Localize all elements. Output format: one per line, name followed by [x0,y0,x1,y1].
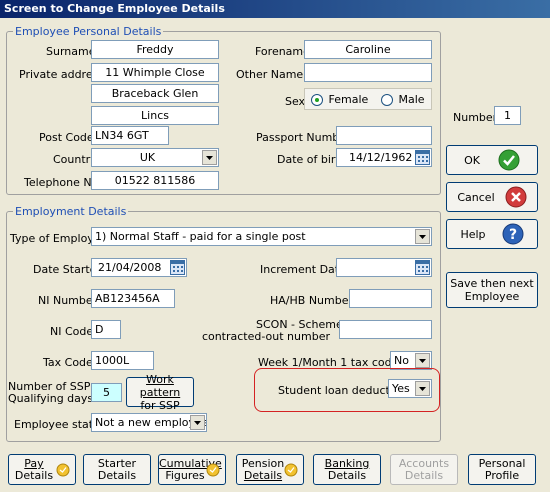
chevron-down-icon[interactable] [415,353,430,368]
ssp-label-2: Qualifying days [8,392,94,405]
tax-code-field[interactable]: 1000L [91,351,154,370]
chevron-down-icon[interactable] [190,415,205,430]
dob-field[interactable]: 14/12/1962 [336,148,432,167]
calendar-icon[interactable] [170,260,185,275]
close-icon [505,186,527,208]
work-pattern-label-1: Work pattern [139,372,181,399]
male-radio[interactable] [381,94,393,106]
help-label: Help [460,227,486,241]
sex-male-option[interactable]: Male [381,93,425,106]
banking-details-button[interactable]: Banking Details [313,454,381,485]
accounts-details-button[interactable]: Accounts Details [390,454,458,485]
address-line-1-field[interactable]: 11 Whimple Close [91,63,219,82]
help-button[interactable]: Help ? [446,219,538,249]
post-code-field[interactable]: LN34 6GT [91,126,169,145]
help-icon: ? [502,223,524,245]
other-names-field[interactable] [304,63,432,82]
calendar-icon[interactable] [415,260,430,275]
work-pattern-label-2: for SSP [140,398,180,412]
telephone-field[interactable]: 01522 811586 [91,171,219,190]
ok-button[interactable]: OK [446,145,538,175]
scon-field[interactable] [339,320,432,339]
ni-number-field[interactable]: AB123456A [91,289,175,308]
type-of-employee-value: 1) Normal Staff - paid for a single post [95,230,306,243]
svg-text:?: ? [508,227,516,243]
sex-female-option[interactable]: Female [311,93,368,106]
starter-details-button[interactable]: Starter Details [83,454,151,485]
pension-details-label-2: Details [243,469,283,482]
number-label: Number [453,111,498,124]
save-next-label-1: Save then next [450,277,534,290]
forename-label: Forename [255,45,310,58]
cumulative-figures-button[interactable]: Cumulative Figures [158,454,226,485]
post-code-label: Post Code [39,131,94,144]
number-field[interactable]: 1 [494,106,521,125]
banking-details-label-2: Details [327,469,367,482]
ssp-days-field[interactable]: 5 [91,383,122,402]
ni-code-label: NI Code [50,325,94,338]
student-loan-select[interactable]: Yes [388,379,432,398]
calendar-icon[interactable] [415,150,430,165]
increment-date-label: Increment Date [260,263,346,276]
personal-profile-label-2: Profile [484,469,520,482]
starter-details-label-2: Details [97,469,137,482]
personal-profile-button[interactable]: Personal Profile [468,454,536,485]
country-value: UK [139,151,156,164]
pay-details-label-2: Details [14,469,54,482]
chevron-down-icon[interactable] [415,229,430,244]
date-started-value: 21/04/2008 [98,261,162,274]
window-title: Screen to Change Employee Details [0,0,550,18]
employment-details-legend: Employment Details [15,205,127,218]
female-label: Female [328,93,369,106]
cumulative-figures-label-2: Figures [165,469,205,482]
chevron-down-icon[interactable] [415,381,430,396]
check-icon [498,149,520,171]
scon-label-2: contracted-out number [201,330,330,343]
male-label: Male [398,93,425,106]
week1-value: No [394,354,409,367]
surname-label: Surname [46,45,96,58]
increment-date-field[interactable] [336,258,432,277]
employee-status-select[interactable]: Not a new employee [91,413,207,432]
sex-radio-group: Female Male [304,88,432,110]
forename-field[interactable]: Caroline [304,40,432,59]
cancel-button[interactable]: Cancel [446,182,538,212]
tax-code-label: Tax Code [43,356,93,369]
passport-field[interactable] [336,126,432,145]
personal-details-legend: Employee Personal Details [15,25,162,38]
dob-value: 14/12/1962 [349,151,413,164]
coin-icon [284,463,298,477]
pay-details-button[interactable]: Pay Details [8,454,76,485]
ok-label: OK [464,153,480,167]
female-radio[interactable] [311,94,323,106]
coin-icon [206,463,220,477]
telephone-label: Telephone No [24,176,99,189]
work-pattern-button[interactable]: Work pattern for SSP [126,373,194,412]
chevron-down-icon[interactable] [202,150,217,165]
address-line-3-field[interactable]: Lincs [91,106,219,125]
student-loan-value: Yes [392,382,410,395]
date-started-field[interactable]: 21/04/2008 [91,258,187,277]
type-of-employee-select[interactable]: 1) Normal Staff - paid for a single post [91,227,432,246]
address-line-2-field[interactable]: Braceback Glen [91,84,219,103]
ni-number-label: NI Number [38,294,98,307]
surname-field[interactable]: Freddy [91,40,219,59]
hahb-number-field[interactable] [349,289,432,308]
cancel-label: Cancel [457,190,495,204]
country-select[interactable]: UK [91,148,219,167]
save-next-button[interactable]: Save then next Employee [446,272,538,308]
ni-code-field[interactable]: D [91,320,121,339]
accounts-details-label-2: Details [404,469,444,482]
sex-label: Sex [285,95,306,108]
save-next-label-2: Employee [464,290,520,303]
pension-details-button[interactable]: Pension Details [236,454,304,485]
hahb-number-label: HA/HB Number [270,294,354,307]
coin-icon [56,463,70,477]
